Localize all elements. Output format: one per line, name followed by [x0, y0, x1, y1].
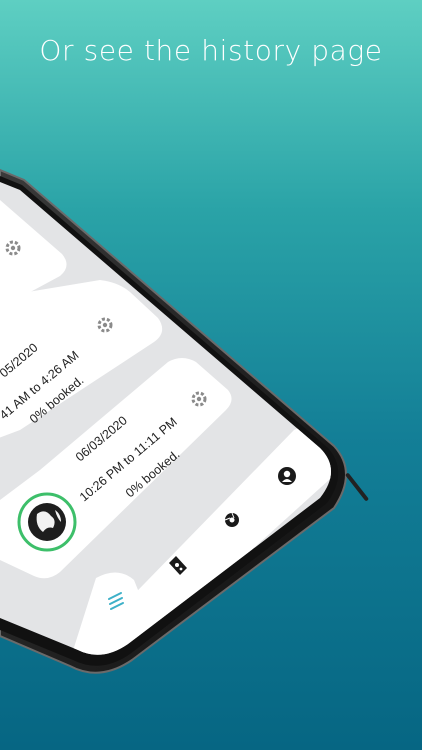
- nav-camera[interactable]: [224, 512, 239, 527]
- globe-fab[interactable]: [13, 488, 81, 556]
- app-screen: 05/2020 41 AM to 4:26 AM 0% booked. 06/0…: [0, 182, 331, 655]
- profile-icon: [278, 467, 296, 485]
- phone-mockup: 05/2020 41 AM to 4:26 AM 0% booked. 06/0…: [0, 168, 369, 674]
- nav-profile[interactable]: [278, 467, 296, 485]
- globe-icon: [28, 503, 66, 541]
- aperture-icon: [224, 512, 239, 527]
- phone-side-button: [345, 473, 369, 501]
